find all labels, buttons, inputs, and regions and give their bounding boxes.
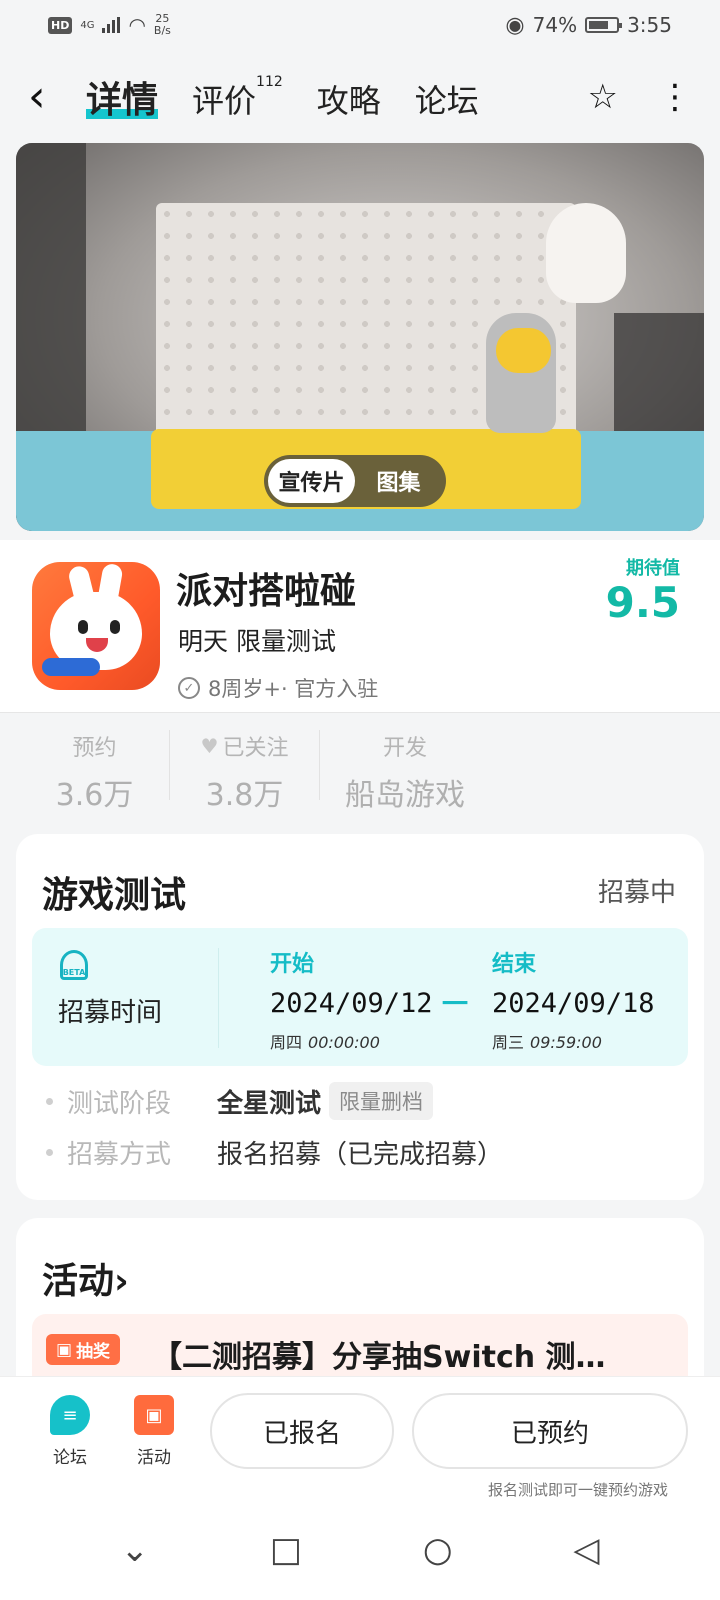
end-time-detail: 周三 09:59:00	[492, 1033, 602, 1052]
battery-text: 74%	[532, 13, 578, 37]
wifi-icon: ◠	[128, 13, 146, 37]
top-nav: ‹ 详情 评价112 攻略 论坛 ☆ ⋮	[0, 62, 720, 132]
system-nav-bar: ⌄ □ ○ ◁	[0, 1500, 720, 1600]
chat-icon: ≡	[50, 1395, 90, 1435]
banner-character-duck	[486, 313, 556, 433]
heart-icon: ♥	[200, 733, 219, 758]
chevron-right-icon: ›	[114, 1261, 129, 1302]
range-dash: 一	[442, 990, 469, 1020]
banner-character-white	[546, 203, 626, 303]
beta-clock-icon: BETA	[60, 950, 88, 980]
recruit-method-value: 报名招募（已完成招募）	[217, 1140, 504, 1170]
game-icon	[32, 562, 160, 690]
media-banner[interactable]: 宣传片 图集	[16, 143, 704, 531]
gift-icon: ▣	[56, 1339, 73, 1360]
recruit-method-label: 招募方式	[67, 1140, 172, 1170]
tab-reviews[interactable]: 评价112	[192, 74, 283, 122]
media-video-tab[interactable]: 宣传片	[268, 459, 355, 503]
stat-value: 3.8万	[205, 777, 284, 813]
test-card-title: 游戏测试	[42, 875, 187, 916]
test-stage-tag: 限量删档	[329, 1082, 434, 1120]
activity-item-text: 【二测招募】分享抽Switch 测…	[152, 1340, 606, 1375]
clock: 3:55	[627, 13, 672, 37]
divider	[218, 948, 219, 1048]
tab-details[interactable]: 详情	[86, 71, 159, 123]
test-stage-label: 测试阶段	[67, 1088, 172, 1119]
hd-badge: HD	[48, 16, 73, 34]
game-meta: ✓ 8周岁+· 官方入驻	[178, 673, 378, 703]
expect-label: 期待值	[626, 558, 680, 579]
stat-label: ♥ 已关注	[200, 733, 289, 761]
bottom-activity-label: 活动	[137, 1448, 171, 1468]
game-subtitle: 明天 限量测试	[178, 627, 336, 656]
bullet	[46, 1149, 53, 1156]
signed-up-button[interactable]: 已报名	[210, 1393, 394, 1469]
star-icon[interactable]: ☆	[588, 80, 618, 114]
nav-tabs: 详情 评价112 攻略 论坛	[86, 71, 479, 123]
start-date: 2024/09/12	[270, 988, 433, 1019]
gift-icon: ▣	[134, 1395, 174, 1435]
nav-actions: ☆ ⋮	[588, 80, 692, 114]
test-card-status: 招募中	[597, 878, 676, 908]
stat-value: 3.6万	[55, 777, 134, 813]
status-right: ◉ 74% 3:55	[505, 13, 672, 38]
end-head: 结束	[492, 952, 537, 977]
start-time-detail: 周四 00:00:00	[270, 1033, 380, 1052]
recruit-time-label: 招募时间	[58, 998, 163, 1028]
status-bar: HD 4G ◠ 25 B/s ◉ 74% 3:55	[0, 0, 720, 50]
tab-reviews-label: 评价	[192, 82, 257, 120]
recents-square-icon[interactable]: □	[270, 1530, 302, 1570]
stat-value: 船岛游戏	[345, 777, 465, 813]
tab-guides[interactable]: 攻略	[317, 76, 381, 122]
media-toggle: 宣传片 图集	[264, 455, 446, 507]
back-button[interactable]: ‹	[28, 75, 72, 119]
lottery-badge: ▣ 抽奖	[46, 1334, 121, 1365]
game-meta-text: 8周岁+· 官方入驻	[208, 677, 379, 701]
stat-label: 预约	[72, 735, 117, 761]
end-time: 结束 2024/09/18 周三 09:59:00	[492, 946, 655, 1053]
bottom-forum[interactable]: ≡ 论坛	[40, 1395, 100, 1468]
game-name: 派对搭啦碰	[176, 571, 357, 612]
test-stage-row: 测试阶段 全星测试 限量删档	[46, 1082, 434, 1120]
review-count: 112	[256, 74, 283, 91]
check-circle-icon: ✓	[178, 677, 200, 699]
activity-card: 活动› ▣ 抽奖 【二测招募】分享抽Switch 测…	[16, 1218, 704, 1378]
tab-forum[interactable]: 论坛	[415, 76, 479, 122]
game-test-card: 游戏测试 招募中 BETA 招募时间 开始 2024/09/12 周四 00:00…	[16, 834, 704, 1200]
stat-developer[interactable]: 开发 船岛游戏	[320, 730, 490, 813]
battery-fill	[589, 21, 609, 29]
test-stage-value: 全星测试	[217, 1088, 322, 1119]
media-gallery-tab[interactable]: 图集	[355, 459, 442, 503]
stats-row: 预约 3.6万 ♥ 已关注 3.8万 开发 船岛游戏	[0, 712, 720, 816]
game-info: 派对搭啦碰 明天 限量测试 ✓ 8周岁+· 官方入驻 期待值 9.5	[0, 540, 720, 712]
bullet	[46, 1097, 53, 1105]
start-head: 开始	[270, 952, 315, 977]
network-type: 4G	[80, 19, 95, 31]
nav-down-icon[interactable]: ⌄	[120, 1530, 149, 1570]
signal-icon	[102, 17, 121, 33]
home-circle-icon[interactable]: ○	[423, 1530, 453, 1570]
recruit-method-row: 招募方式 报名招募（已完成招募）	[46, 1134, 503, 1171]
bottom-activity[interactable]: ▣ 活动	[124, 1395, 184, 1468]
eye-icon: ◉	[505, 12, 525, 38]
back-triangle-icon[interactable]: ◁	[573, 1530, 599, 1570]
bottom-forum-label: 论坛	[53, 1448, 87, 1468]
activity-item[interactable]: ▣ 抽奖 【二测招募】分享抽Switch 测…	[32, 1314, 688, 1378]
recruit-time-box: BETA 招募时间 开始 2024/09/12 周四 00:00:00 一 结束 …	[32, 928, 688, 1066]
reserve-hint: 报名测试即可一键预约游戏	[487, 1481, 668, 1499]
stat-label: 开发	[382, 735, 427, 761]
net-speed: 25 B/s	[153, 12, 171, 37]
start-time: 开始 2024/09/12 周四 00:00:00	[270, 946, 433, 1053]
stat-follows[interactable]: ♥ 已关注 3.8万	[170, 729, 320, 813]
reserved-button[interactable]: 已预约	[412, 1393, 688, 1469]
more-icon[interactable]: ⋮	[658, 80, 692, 114]
bottom-action-bar: ≡ 论坛 ▣ 活动 已报名 已预约 报名测试即可一键预约游戏	[0, 1376, 720, 1500]
stat-reservations: 预约 3.6万	[20, 729, 170, 813]
expect-value: 9.5	[605, 578, 680, 627]
end-date: 2024/09/18	[492, 988, 655, 1019]
battery-icon	[585, 17, 623, 33]
activity-title[interactable]: 活动›	[42, 1252, 129, 1304]
banner-cup	[614, 313, 704, 433]
status-left: HD 4G ◠ 25 B/s	[48, 13, 171, 37]
